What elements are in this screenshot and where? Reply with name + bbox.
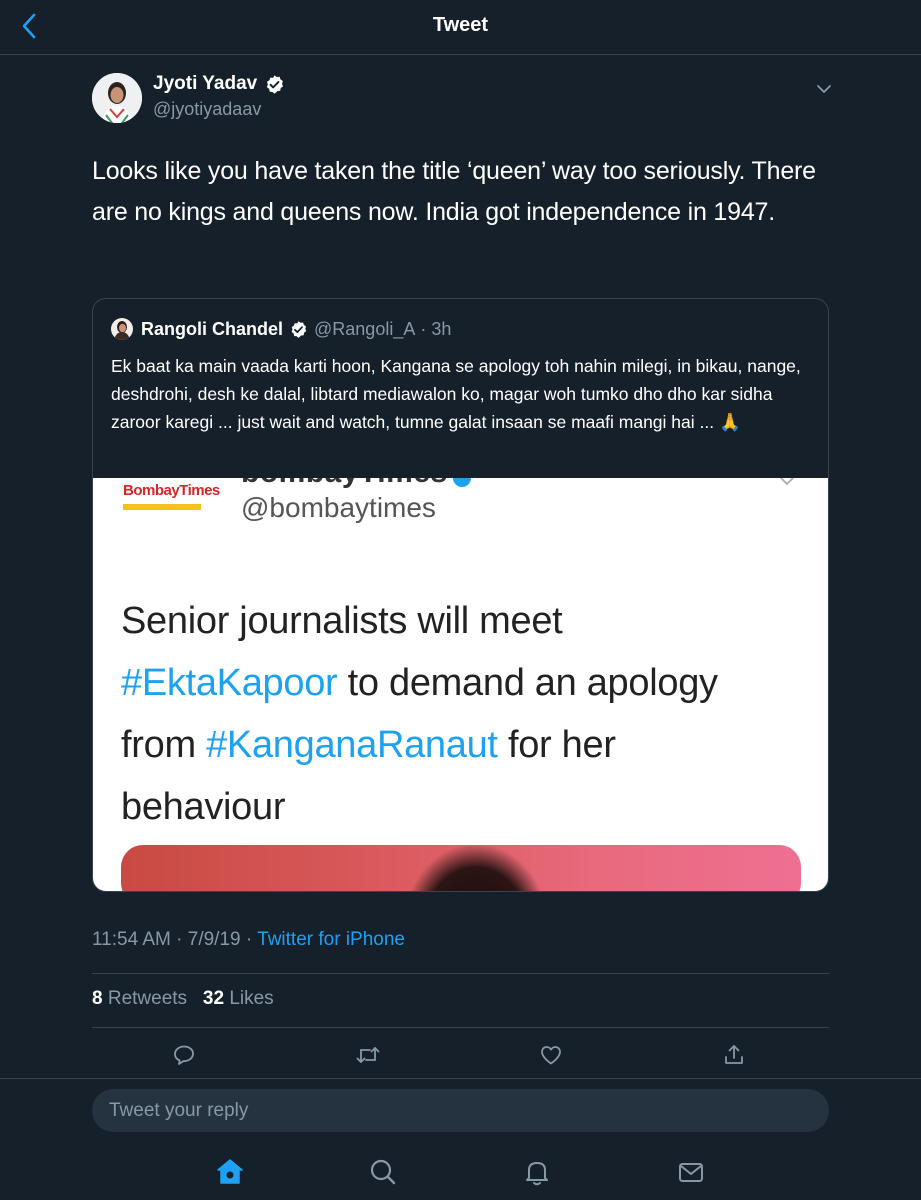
divider [0,1078,921,1079]
quoted-author-handle: @Rangoli_A [314,318,416,339]
hashtag-ektakapoor: #EktaKapoor [121,662,338,704]
divider [92,973,829,974]
logo-text: BombayTimes [123,482,220,499]
reply-input-container[interactable] [92,1089,829,1132]
bell-icon [526,1162,548,1186]
page-title: Tweet [432,14,489,36]
quoted-tweet-text: Ek baat ka main vaada karti hoon, Kangan… [111,356,801,432]
image-line-3-start: from [121,724,207,766]
tab-search[interactable] [367,1156,399,1188]
bombay-times-logo: BombayTimes [123,482,220,510]
quoted-tweet-card[interactable]: Rangoli Chandel @Rangoli_A · 3h Ek baat … [92,298,829,892]
avatar[interactable] [92,73,142,123]
likes-stat[interactable]: 32 Likes [203,988,274,1009]
quoted-tweet-age: 3h [431,318,452,339]
retweets-stat[interactable]: 8 Retweets [92,988,187,1009]
meta-separator: · [245,929,258,950]
image-chevron-down-icon [780,478,794,486]
image-photo-preview [121,845,801,891]
quoted-author-avatar [111,318,133,340]
tweet-stats: 8 Retweets 32 Likes [92,988,274,1010]
like-button[interactable] [533,1037,569,1073]
meta-separator: · [176,929,188,950]
verified-badge-icon [291,320,307,338]
comment-icon [174,1045,194,1065]
tweet-time: 11:54 AM [92,929,171,950]
share-button[interactable] [716,1037,752,1073]
image-line-3-rest: for her [497,724,616,766]
retweet-count: 8 [92,988,103,1009]
tab-messages[interactable] [675,1156,707,1188]
share-icon [725,1045,743,1064]
bottom-tab-bar [0,1148,921,1200]
photo-hair-shape [406,845,546,891]
likes-label: Likes [229,988,274,1009]
tweet-timestamp: 11:54 AM · 7/9/19 · Twitter for iPhone [92,929,405,951]
reply-input[interactable] [107,1098,829,1123]
image-line-1: Senior journalists will meet [121,600,563,642]
author-name[interactable]: Jyoti Yadav [153,73,285,95]
separator-dot: · [415,318,432,339]
like-count: 32 [202,988,225,1009]
image-line-3: from #KanganaRanaut for her [121,714,811,776]
image-line-2: #EktaKapoor to demand an apology [121,652,811,714]
tweet-source-link[interactable]: Twitter for iPhone [257,929,405,950]
author-handle[interactable]: @jyotiyadaav [153,99,261,120]
top-bar: Tweet [0,0,921,55]
tab-home[interactable] [214,1156,246,1188]
quoted-tweet-header: Rangoli Chandel @Rangoli_A · 3h [111,318,451,340]
chevron-down-icon[interactable] [813,79,835,99]
search-icon [370,1159,396,1185]
image-tweet-text: Senior journalists will meet #EktaKapoor… [121,590,811,838]
retweet-icon [356,1047,380,1063]
heart-icon [541,1046,561,1065]
hashtag-kanganaranaut: #KanganaRanaut [206,724,498,766]
tweet-action-bar [92,1037,829,1073]
image-handle: @bombaytimes [241,492,436,523]
divider [92,1027,829,1028]
home-icon [217,1159,243,1184]
image-verified-badge-icon [453,478,471,487]
quoted-tweet-image[interactable]: bombayTimes BombayTimes @bombaytimes Sen… [93,478,828,891]
quoted-author-name: Rangoli Chandel [141,318,284,339]
retweet-button[interactable] [350,1037,386,1073]
reply-button[interactable] [166,1037,202,1073]
image-line-4: behaviour [121,786,286,828]
tab-notifications[interactable] [521,1156,553,1188]
mail-icon [679,1163,703,1182]
logo-bar [123,504,201,510]
image-line-2-rest: to demand an apology [337,662,718,704]
tweet-text: Looks like you have taken the title ‘que… [92,157,816,226]
tweet-detail-screen: Tweet Jyoti Yadav @jyotiyadaav Looks lik… [0,0,921,1200]
image-account-name-cropped: bombayTimes [241,478,448,490]
tweet-date: 7/9/19 [187,929,241,950]
avatar-image [92,73,142,123]
verified-badge-icon [267,74,284,94]
author-name-text: Jyoti Yadav [153,73,258,94]
retweets-label: Retweets [107,988,188,1009]
